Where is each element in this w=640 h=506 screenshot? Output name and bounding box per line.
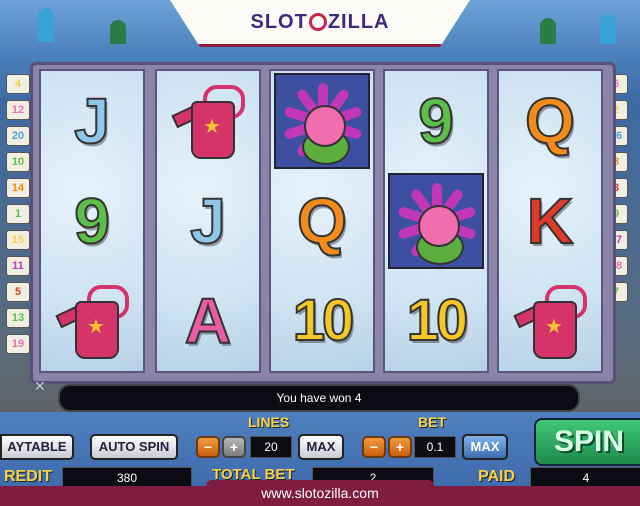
payline-badge[interactable]: 14 (6, 178, 30, 198)
reel-symbol: Q (271, 171, 373, 271)
seaweed-decoration (110, 20, 126, 44)
bet-label: BET (418, 414, 446, 430)
payline-badge[interactable]: 10 (6, 152, 30, 172)
reel-4: 9 10 (383, 69, 489, 373)
logo-mascot-icon (308, 13, 327, 32)
reel-symbol (385, 171, 487, 271)
brand-logo: SLOT ZILLA (251, 11, 390, 34)
reel-symbol: K (499, 171, 601, 271)
reel-symbol: ★ (41, 271, 143, 371)
reel-3: Q 10 (269, 69, 375, 373)
credit-label: REDIT (4, 468, 52, 485)
lines-label: LINES (248, 414, 290, 430)
payline-badge[interactable]: 4 (6, 74, 30, 94)
bet-decrease-button[interactable]: − (362, 436, 386, 458)
flower-monster-icon (274, 73, 370, 169)
reel-symbol: 10 (385, 271, 487, 371)
symbol-9: 9 (417, 85, 455, 157)
symbol-j: J (73, 85, 111, 157)
payline-badge[interactable]: 11 (6, 256, 30, 276)
reel-symbol: J (157, 171, 259, 271)
payline-badge[interactable]: 13 (6, 308, 30, 328)
symbol-10: 10 (292, 288, 355, 353)
reel-5: Q K ★ (497, 69, 603, 373)
watering-can-icon: ★ (513, 281, 587, 361)
watering-can-icon: ★ (55, 281, 129, 361)
footer-band-right (430, 486, 640, 506)
reel-symbol: J (41, 71, 143, 171)
max-lines-button[interactable]: MAX (298, 434, 344, 460)
brand-banner: SLOT ZILLA (170, 0, 470, 47)
reel-frame: J 9 ★ ★ J A Q 10 9 10 Q K ★ (30, 62, 616, 384)
symbol-q: Q (296, 185, 348, 257)
symbol-a: A (184, 285, 232, 357)
reel-2: ★ J A (155, 69, 261, 373)
reel-symbol (271, 71, 373, 171)
paid-label: PAID (478, 468, 516, 485)
close-icon[interactable]: ✕ (34, 378, 46, 395)
message-bar: You have won 4 (58, 384, 580, 412)
reel-symbol: 9 (41, 171, 143, 271)
payline-badge[interactable]: 15 (6, 230, 30, 250)
symbol-q: Q (524, 85, 576, 157)
lines-increase-button[interactable]: + (222, 436, 246, 458)
payline-badge[interactable]: 19 (6, 334, 30, 354)
brand-name-part1: SLOT (250, 10, 308, 33)
bet-value: 0.1 (414, 436, 456, 458)
reel-1: J 9 ★ (39, 69, 145, 373)
payline-badge[interactable]: 1 (6, 204, 30, 224)
seaweed-decoration (38, 8, 54, 42)
payline-badge[interactable]: 12 (6, 100, 30, 120)
payline-badge[interactable]: 5 (6, 282, 30, 302)
symbol-10: 10 (406, 288, 469, 353)
reel-symbol: 10 (271, 271, 373, 371)
lines-decrease-button[interactable]: − (196, 436, 220, 458)
lines-value: 20 (250, 436, 292, 458)
reel-symbol: ★ (499, 271, 601, 371)
brand-name-part2: ZILLA (327, 10, 390, 33)
auto-spin-button[interactable]: AUTO SPIN (90, 434, 178, 460)
reel-symbol: ★ (157, 71, 259, 171)
bet-increase-button[interactable]: + (388, 436, 412, 458)
symbol-j: J (189, 185, 227, 257)
site-url-footer[interactable]: www.slotozilla.com (206, 480, 434, 506)
flower-monster-icon (388, 173, 484, 269)
reel-symbol: 9 (385, 71, 487, 171)
spin-button[interactable]: SPIN (534, 418, 640, 466)
symbol-9: 9 (73, 185, 111, 257)
symbol-k: K (526, 185, 574, 257)
payline-badge[interactable]: 20 (6, 126, 30, 146)
seaweed-decoration (540, 18, 556, 44)
seaweed-decoration (600, 14, 616, 44)
reel-symbol: Q (499, 71, 601, 171)
reel-symbol: A (157, 271, 259, 371)
footer-band-left (0, 486, 210, 506)
paytable-button[interactable]: AYTABLE (0, 434, 74, 460)
max-bet-button[interactable]: MAX (462, 434, 508, 460)
watering-can-icon: ★ (171, 81, 245, 161)
